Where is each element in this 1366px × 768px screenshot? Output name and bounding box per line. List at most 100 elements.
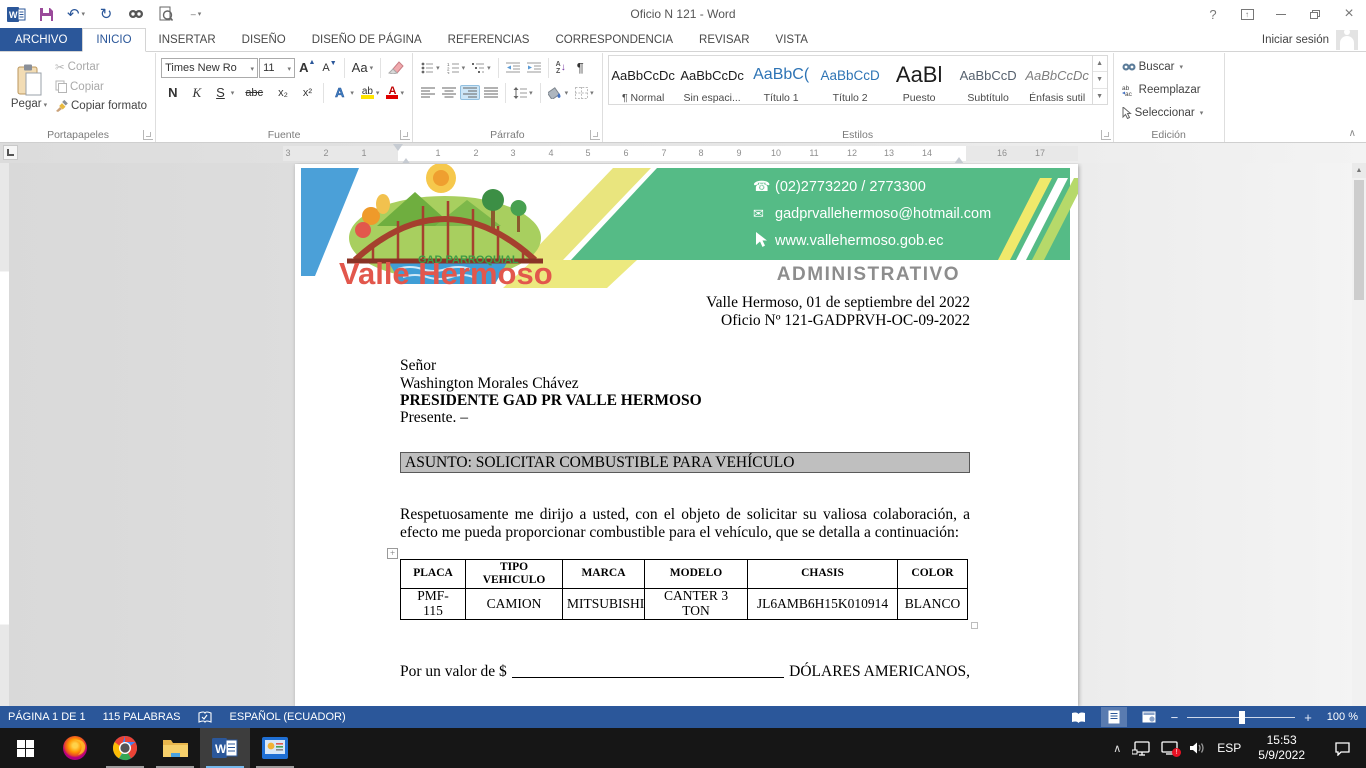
font-size-combo[interactable]: 11 bbox=[259, 58, 295, 78]
customize-qat-icon[interactable]: – bbox=[186, 4, 206, 24]
tab-referencias[interactable]: REFERENCIAS bbox=[435, 28, 543, 51]
table-resize-handle[interactable] bbox=[971, 622, 978, 629]
increase-indent-button[interactable] bbox=[524, 60, 544, 76]
decrease-indent-button[interactable] bbox=[503, 60, 523, 76]
redo-icon[interactable]: ↻ bbox=[96, 4, 116, 24]
undo-icon[interactable]: ↶ bbox=[66, 4, 86, 24]
language-indicator[interactable]: ESPAÑOL (ECUADOR) bbox=[230, 711, 346, 723]
bold-button[interactable]: N bbox=[161, 82, 184, 103]
zoom-slider-thumb[interactable] bbox=[1239, 711, 1245, 724]
style-subtitulo[interactable]: AaBbCcDSubtítulo bbox=[954, 56, 1023, 104]
print-preview-icon[interactable] bbox=[156, 4, 176, 24]
find-button[interactable]: Buscar bbox=[1119, 56, 1219, 77]
zoom-slider[interactable] bbox=[1187, 717, 1295, 718]
change-case-button[interactable]: Aa bbox=[349, 58, 376, 77]
vertical-scrollbar[interactable]: ▲ bbox=[1352, 163, 1366, 706]
zoom-out-icon[interactable]: − bbox=[1171, 710, 1179, 725]
styles-scroll-down-icon[interactable]: ▼ bbox=[1093, 72, 1107, 88]
replace-button[interactable]: abacReemplazar bbox=[1119, 79, 1219, 100]
speaker-icon[interactable] bbox=[1189, 741, 1206, 755]
align-left-button[interactable] bbox=[418, 85, 438, 100]
first-line-indent-marker[interactable] bbox=[393, 144, 403, 151]
clear-formatting-button[interactable] bbox=[385, 59, 407, 76]
proofing-icon[interactable] bbox=[198, 711, 213, 724]
scroll-up-icon[interactable]: ▲ bbox=[1352, 163, 1366, 178]
multilevel-list-button[interactable] bbox=[469, 60, 494, 76]
sort-button[interactable]: AZ↓ bbox=[553, 59, 569, 77]
restore-icon[interactable] bbox=[1298, 1, 1332, 27]
highlight-button[interactable]: ab bbox=[358, 85, 383, 101]
tab-correspondencia[interactable]: CORRESPONDENCIA bbox=[542, 28, 686, 51]
tab-vista[interactable]: VISTA bbox=[763, 28, 821, 51]
word-count[interactable]: 115 PALABRAS bbox=[103, 711, 181, 723]
sign-in[interactable]: Iniciar sesión bbox=[1262, 28, 1366, 51]
zoom-level[interactable]: 100 % bbox=[1327, 711, 1358, 723]
subscript-button[interactable]: x₂ bbox=[271, 84, 295, 102]
tab-diseno[interactable]: DISEÑO bbox=[229, 28, 299, 51]
tab-revisar[interactable]: REVISAR bbox=[686, 28, 763, 51]
align-center-button[interactable] bbox=[439, 85, 459, 100]
tab-inicio[interactable]: INICIO bbox=[82, 28, 145, 52]
web-layout-icon[interactable] bbox=[1136, 707, 1162, 727]
network-icon[interactable] bbox=[1132, 741, 1150, 756]
clock[interactable]: 15:53 5/9/2022 bbox=[1252, 733, 1311, 763]
dialog-launcher-parrafo[interactable] bbox=[590, 130, 600, 140]
find-icon[interactable] bbox=[126, 4, 146, 24]
show-marks-button[interactable]: ¶ bbox=[570, 57, 591, 78]
read-mode-icon[interactable] bbox=[1066, 707, 1092, 727]
document-page[interactable]: GAD PARROQUIAL Valle Hermoso ☎ (02)27732… bbox=[295, 164, 1078, 706]
minimize-icon[interactable] bbox=[1264, 1, 1298, 27]
dialog-launcher-portapapeles[interactable] bbox=[143, 130, 153, 140]
paste-button[interactable]: Pegar bbox=[6, 55, 52, 119]
styles-more-icon[interactable]: ▼ bbox=[1093, 89, 1107, 104]
tab-selector[interactable] bbox=[3, 145, 18, 160]
style-titulo-2[interactable]: AaBbCcDTítulo 2 bbox=[816, 56, 885, 104]
format-painter-button[interactable]: Copiar formato bbox=[52, 97, 150, 114]
close-icon[interactable]: × bbox=[1332, 1, 1366, 27]
horizontal-ruler[interactable]: 3 2 1 1 2 3 4 5 6 7 8 9 10 11 12 13 14 1… bbox=[283, 146, 1078, 161]
start-button[interactable] bbox=[0, 728, 50, 768]
vehicle-table[interactable]: PLACA TIPO VEHICULO MARCA MODELO CHASIS … bbox=[400, 559, 968, 620]
tab-insertar[interactable]: INSERTAR bbox=[146, 28, 229, 51]
tray-chevron-up-icon[interactable]: ∧ bbox=[1113, 742, 1121, 755]
style-enfasis-sutil[interactable]: AaBbCcDcÉnfasis sutil bbox=[1023, 56, 1092, 104]
style-titulo-1[interactable]: AaBbC(Título 1 bbox=[747, 56, 816, 104]
align-right-button[interactable] bbox=[460, 85, 480, 100]
underline-button[interactable]: S bbox=[209, 82, 237, 103]
italic-button[interactable]: K bbox=[185, 82, 208, 104]
styles-scroll-up-icon[interactable]: ▲ bbox=[1093, 56, 1107, 72]
vertical-ruler[interactable] bbox=[0, 163, 9, 706]
numbering-button[interactable]: 123 bbox=[444, 60, 469, 76]
print-layout-icon[interactable] bbox=[1101, 707, 1127, 727]
alert-icon[interactable]: ! bbox=[1161, 741, 1178, 755]
shading-button[interactable] bbox=[545, 85, 572, 101]
bullets-button[interactable] bbox=[418, 60, 443, 76]
strikethrough-button[interactable]: abc bbox=[238, 84, 270, 102]
justify-button[interactable] bbox=[481, 85, 501, 100]
collapse-ribbon-icon[interactable]: ∧ bbox=[1349, 128, 1356, 139]
cut-button[interactable]: ✂Cortar bbox=[52, 58, 150, 76]
zoom-in-icon[interactable]: + bbox=[1304, 710, 1312, 725]
page-indicator[interactable]: PÁGINA 1 DE 1 bbox=[8, 711, 86, 723]
text-effects-button[interactable]: A bbox=[328, 82, 357, 103]
taskbar-chrome[interactable] bbox=[100, 728, 150, 768]
tab-diseno-pagina[interactable]: DISEÑO DE PÁGINA bbox=[299, 28, 435, 51]
borders-button[interactable] bbox=[572, 85, 597, 101]
line-spacing-button[interactable] bbox=[510, 85, 536, 101]
help-icon[interactable]: ? bbox=[1196, 1, 1230, 27]
font-name-combo[interactable]: Times New Ro bbox=[161, 58, 258, 78]
word-logo-icon[interactable]: W bbox=[6, 4, 26, 24]
scrollbar-thumb[interactable] bbox=[1354, 180, 1364, 300]
grow-font-button[interactable]: A▲ bbox=[296, 58, 318, 77]
input-language[interactable]: ESP bbox=[1217, 741, 1241, 755]
superscript-button[interactable]: x² bbox=[296, 84, 319, 102]
font-color-button[interactable]: A bbox=[383, 84, 407, 101]
taskbar-blue-app[interactable] bbox=[250, 728, 300, 768]
shrink-font-button[interactable]: A▼ bbox=[319, 60, 339, 76]
copy-button[interactable]: Copiar bbox=[52, 78, 150, 95]
style-sin-espaciado[interactable]: AaBbCcDcSin espaci... bbox=[678, 56, 747, 104]
taskbar-explorer[interactable] bbox=[150, 728, 200, 768]
style-normal[interactable]: AaBbCcDc¶ Normal bbox=[609, 56, 678, 104]
ribbon-display-icon[interactable]: ↑ bbox=[1230, 1, 1264, 27]
select-button[interactable]: Seleccionar bbox=[1119, 102, 1219, 123]
